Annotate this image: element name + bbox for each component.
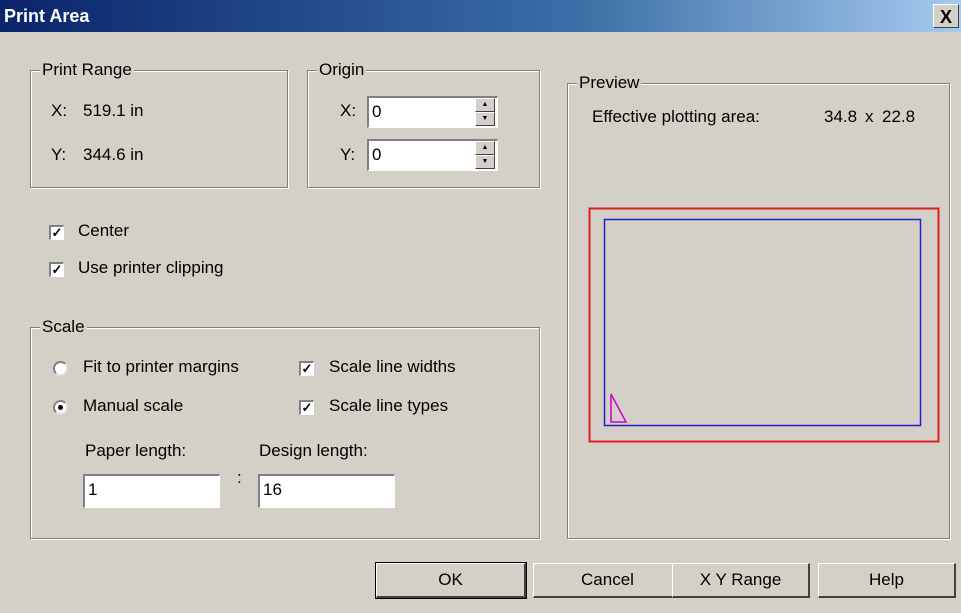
effective-area-height: 22.8 (882, 107, 916, 126)
fit-to-margins-radio[interactable] (53, 361, 68, 376)
print-range-x-label: X: (51, 101, 68, 120)
origin-y-label: Y: (340, 145, 356, 164)
spin-up-icon[interactable]: ▲ (475, 98, 495, 112)
manual-scale-label[interactable]: Manual scale (83, 396, 183, 416)
fit-to-margins-label[interactable]: Fit to printer margins (83, 357, 239, 377)
origin-marker-icon (610, 393, 628, 423)
length-separator: : (237, 468, 242, 487)
print-range-y-value: 344.6 in (83, 145, 144, 164)
print-range-x-value: 519.1 in (83, 101, 144, 120)
origin-x-spinner[interactable]: ▲ ▼ (475, 98, 495, 126)
center-label[interactable]: Center (78, 221, 129, 241)
design-length-input[interactable]: 16 (258, 474, 395, 508)
ok-button[interactable]: OK (375, 562, 527, 599)
radio-selected-dot (58, 405, 63, 410)
scale-line-types-checkbox[interactable]: ✓ (299, 400, 314, 415)
print-range-y-label: Y: (51, 145, 67, 164)
preview-canvas (588, 207, 940, 443)
paper-outline (588, 207, 940, 443)
paper-length-label: Paper length: (85, 441, 187, 460)
xy-range-button[interactable]: X Y Range (672, 563, 810, 598)
origin-legend: Origin (317, 60, 367, 80)
spin-down-icon[interactable]: ▼ (475, 112, 495, 126)
printer-clipping-label[interactable]: Use printer clipping (78, 258, 224, 278)
printer-clipping-checkbox[interactable]: ✓ (49, 262, 64, 277)
effective-area-label: Effective plotting area: (592, 107, 760, 126)
scale-line-widths-checkbox[interactable]: ✓ (299, 361, 314, 376)
origin-group: Origin X: 0 ▲ ▼ Y: 0 ▲ ▼ (307, 60, 540, 188)
spin-down-icon[interactable]: ▼ (475, 155, 495, 169)
effective-area-width: 34.8 (824, 107, 858, 126)
title-bar: Print Area X (0, 0, 961, 32)
scale-line-types-label[interactable]: Scale line types (329, 396, 448, 416)
center-checkbox[interactable]: ✓ (49, 225, 64, 240)
origin-y-spinner[interactable]: ▲ ▼ (475, 141, 495, 169)
window-title: Print Area (4, 6, 90, 26)
scale-line-widths-label[interactable]: Scale line widths (329, 357, 456, 377)
print-range-legend: Print Range (40, 60, 134, 80)
paper-length-input[interactable]: 1 (83, 474, 220, 508)
spin-up-icon[interactable]: ▲ (475, 141, 495, 155)
origin-x-label: X: (340, 101, 357, 120)
help-button[interactable]: Help (818, 563, 956, 598)
close-button[interactable]: X (933, 4, 959, 28)
scale-legend: Scale (40, 317, 87, 337)
plotting-area-outline (603, 218, 922, 427)
preview-legend: Preview (577, 73, 642, 93)
design-length-label: Design length: (259, 441, 368, 460)
print-range-group: Print Range X: 519.1 in Y: 344.6 in (30, 60, 288, 188)
scale-group: Scale Fit to printer margins Manual scal… (30, 317, 540, 539)
preview-group: Preview Effective plotting area: 34.8 x … (567, 73, 950, 539)
cancel-button[interactable]: Cancel (533, 563, 683, 598)
manual-scale-radio[interactable] (53, 400, 68, 415)
effective-area-by: x (865, 107, 874, 126)
